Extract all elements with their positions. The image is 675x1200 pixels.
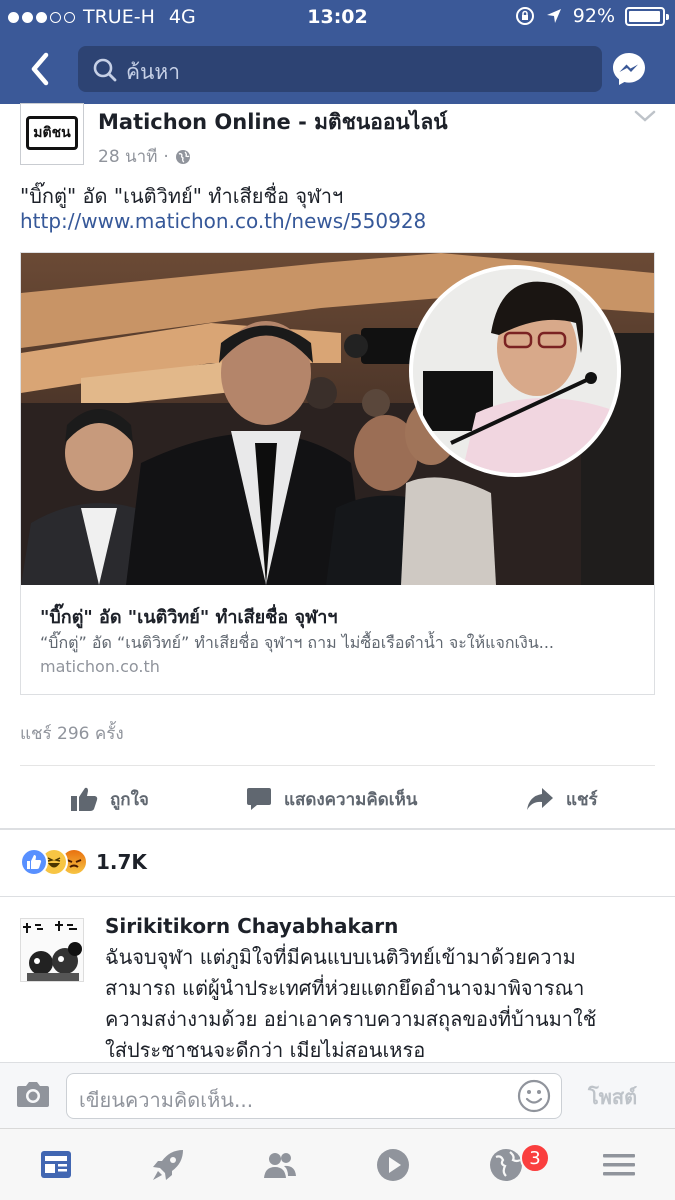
manga-avatar-image bbox=[21, 919, 83, 981]
play-circle-icon bbox=[377, 1149, 409, 1181]
location-arrow-icon bbox=[546, 9, 561, 23]
share-count[interactable]: แชร์ 296 ครั้ง bbox=[20, 720, 124, 747]
rotation-lock-icon bbox=[515, 7, 534, 25]
like-button[interactable]: ถูกใจ bbox=[70, 784, 149, 814]
comment-body: ฉันจบจุฬา แต่ภูมิใจที่มีคนแบบเนติวิทย์เข… bbox=[105, 942, 657, 1066]
news-photo bbox=[21, 253, 654, 585]
commenter-avatar[interactable] bbox=[20, 918, 84, 982]
post-meta: 28 นาที · bbox=[98, 143, 191, 170]
reactions-summary[interactable]: 1.7K bbox=[20, 848, 147, 876]
tab-menu[interactable] bbox=[601, 1147, 637, 1183]
link-preview-title[interactable]: "บิ๊กตู่" อัด "เนติวิทย์" ทำเสียชื่อ จุฬ… bbox=[40, 602, 338, 631]
link-preview-image[interactable] bbox=[21, 253, 654, 585]
page-logo: มติชน bbox=[26, 116, 78, 150]
share-label: แชร์ bbox=[566, 789, 598, 810]
back-button[interactable] bbox=[24, 50, 58, 88]
comment-line: ความสง่างามด้วย อย่าเอาคราบความสถุลของที… bbox=[105, 1007, 597, 1031]
comment-label: แสดงความคิดเห็น bbox=[284, 789, 418, 810]
post-text: "บิ๊กตู่" อัด "เนติวิทย์" ทำเสียชื่อ จุฬ… bbox=[20, 184, 344, 208]
post-comment-button[interactable]: โพสต์ bbox=[588, 1081, 637, 1113]
thumbs-up-icon bbox=[71, 787, 98, 811]
news-feed-icon bbox=[41, 1151, 71, 1178]
globe-notifications-icon bbox=[490, 1149, 522, 1181]
battery-icon bbox=[625, 6, 669, 26]
page-avatar[interactable]: มติชน bbox=[20, 103, 84, 165]
comment-icon bbox=[247, 788, 271, 810]
tab-notifications[interactable] bbox=[488, 1147, 524, 1183]
commenter-name[interactable]: Sirikitikorn Chayabhakarn bbox=[105, 914, 398, 938]
meta-separator: · bbox=[163, 146, 169, 167]
notifications-badge: 3 bbox=[520, 1143, 550, 1173]
post-link[interactable]: http://www.matichon.co.th/news/550928 bbox=[20, 209, 426, 233]
bottom-tab-bar: 3 bbox=[0, 1128, 675, 1200]
status-right: 92% bbox=[515, 5, 669, 27]
camera-button[interactable] bbox=[16, 1079, 50, 1113]
tab-friends[interactable] bbox=[262, 1147, 298, 1183]
friends-icon bbox=[264, 1153, 296, 1178]
divider bbox=[20, 765, 655, 766]
search-placeholder: ค้นหา bbox=[126, 60, 181, 84]
rocket-icon bbox=[153, 1150, 183, 1180]
divider bbox=[0, 896, 675, 897]
status-bar: TRUE-H 4G 13:02 92% bbox=[0, 0, 675, 36]
reaction-count: 1.7K bbox=[96, 850, 147, 874]
page-name[interactable]: Matichon Online - มติชนออนไลน์ bbox=[98, 106, 448, 139]
comment-input-placeholder: เขียนความคิดเห็น... bbox=[79, 1088, 254, 1112]
tab-video[interactable] bbox=[375, 1147, 411, 1183]
tab-news-feed[interactable] bbox=[38, 1147, 74, 1183]
search-icon bbox=[93, 58, 117, 82]
messenger-button[interactable] bbox=[611, 51, 647, 87]
chevron-left-icon bbox=[31, 52, 49, 86]
post-timestamp[interactable]: 28 นาที bbox=[98, 143, 157, 170]
comment-line: ฉันจบจุฬา แต่ภูมิใจที่มีคนแบบเนติวิทย์เข… bbox=[105, 945, 576, 969]
globe-icon bbox=[175, 149, 190, 164]
chevron-down-icon bbox=[634, 110, 656, 122]
link-preview-domain: matichon.co.th bbox=[40, 657, 160, 676]
search-input[interactable]: ค้นหา bbox=[78, 46, 602, 92]
comment-input[interactable]: เขียนความคิดเห็น... bbox=[66, 1073, 562, 1119]
post-options-button[interactable] bbox=[634, 108, 656, 127]
comment-button[interactable]: แสดงความคิดเห็น bbox=[246, 784, 417, 814]
battery-percent: 92% bbox=[572, 5, 615, 27]
comment-composer: เขียนความคิดเห็น... โพสต์ bbox=[0, 1062, 675, 1128]
camera-icon bbox=[17, 1082, 49, 1107]
smiley-icon bbox=[517, 1079, 551, 1113]
messenger-icon bbox=[613, 53, 645, 85]
top-navigation-bar: TRUE-H 4G 13:02 92% ค้นหา bbox=[0, 0, 675, 104]
like-label: ถูกใจ bbox=[110, 789, 149, 810]
link-preview-description: “บิ๊กตู่” อัด “เนติวิทย์” ทำเสียชื่อ จุฬ… bbox=[40, 633, 555, 652]
comment-line: สามารถ แต่ผู้นำประเทศที่ห่วยแตกยึดอำนาจม… bbox=[105, 976, 585, 1000]
link-preview-card[interactable]: "บิ๊กตู่" อัด "เนติวิทย์" ทำเสียชื่อ จุฬ… bbox=[20, 252, 655, 695]
emoji-button[interactable] bbox=[517, 1079, 551, 1117]
share-arrow-icon bbox=[527, 788, 553, 810]
hamburger-menu-icon bbox=[603, 1154, 635, 1176]
section-divider bbox=[0, 828, 675, 830]
like-reaction-icon bbox=[20, 848, 48, 876]
tab-explore[interactable] bbox=[150, 1147, 186, 1183]
share-button[interactable]: แชร์ bbox=[526, 784, 598, 814]
